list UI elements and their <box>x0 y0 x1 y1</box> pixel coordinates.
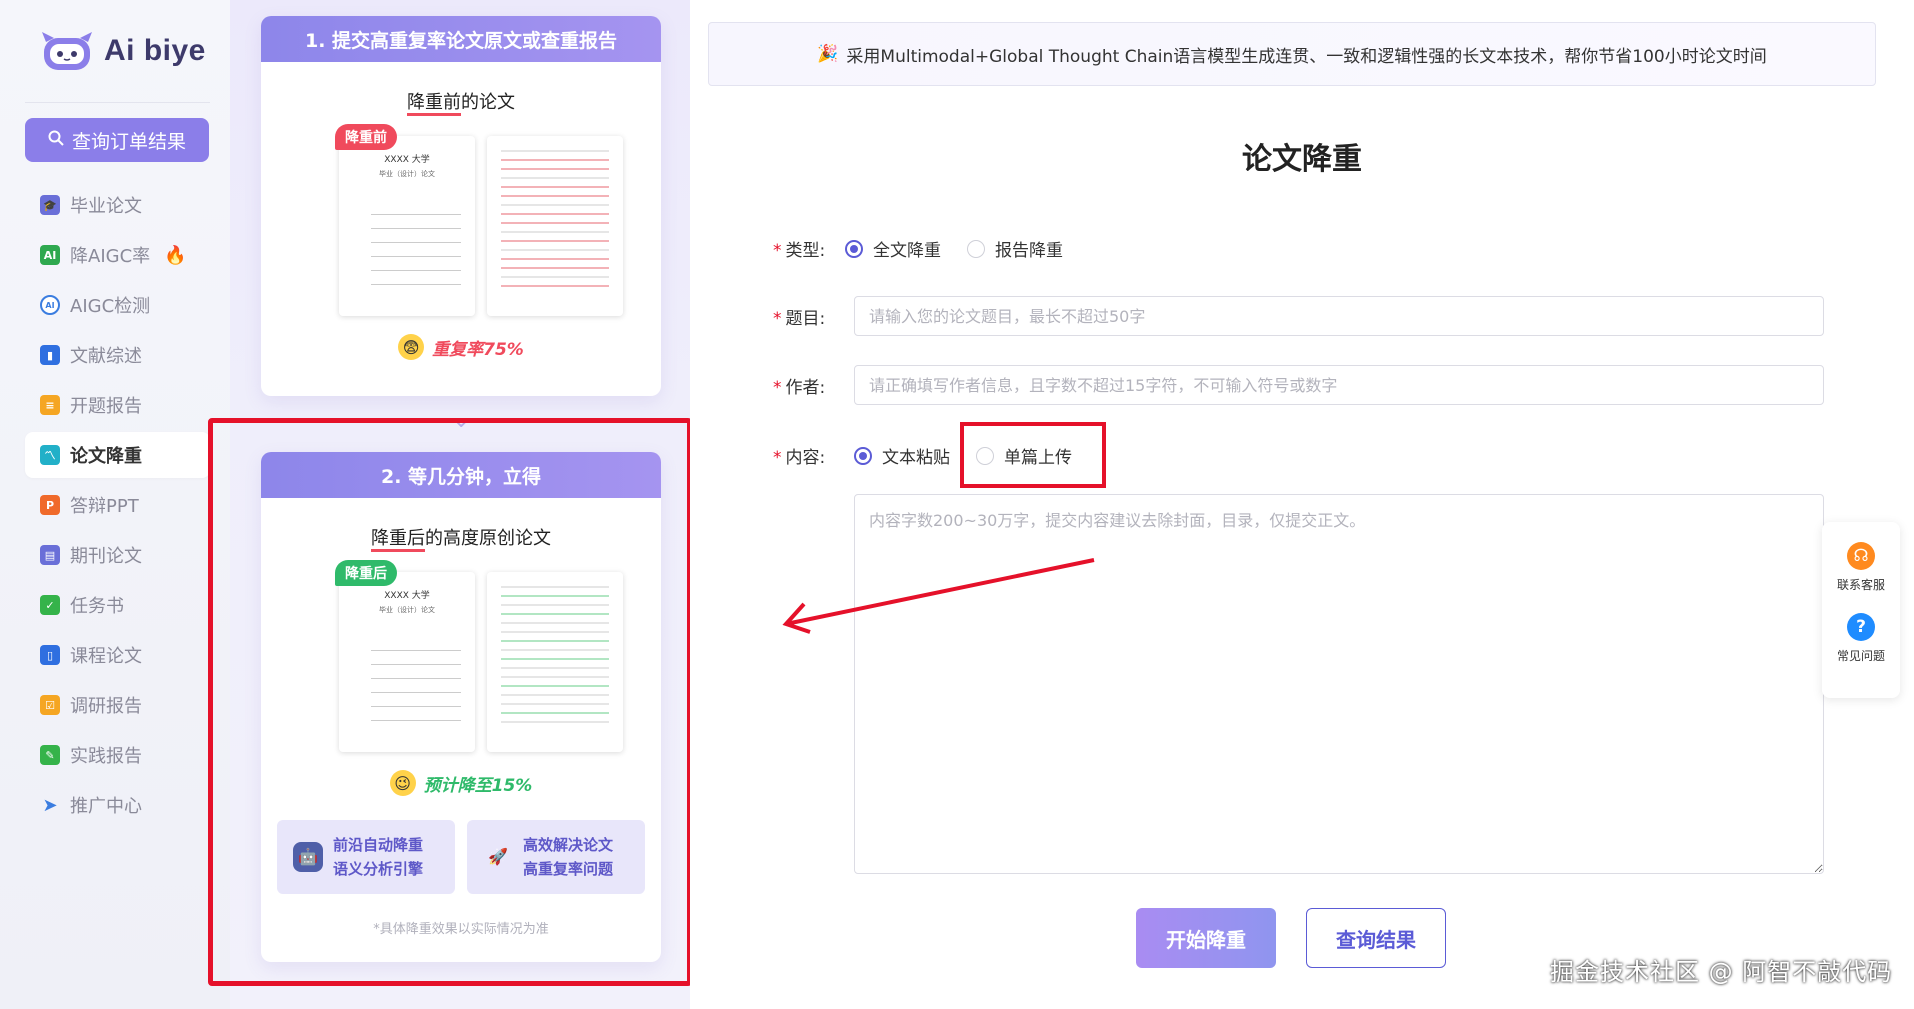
sidebar-item-survey-report[interactable]: ☑ 调研报告 <box>25 682 210 728</box>
sidebar-item-label: 答辩PPT <box>70 496 139 517</box>
sidebar-item-task-book[interactable]: ✓ 任务书 <box>25 582 210 628</box>
sidebar-item-proposal[interactable]: ≡ 开题报告 <box>25 382 210 428</box>
headset-icon: ☊ <box>1847 542 1875 570</box>
scared-emoji-icon: 😨 <box>398 334 425 360</box>
step1-docs: 降重前 XXXX 大学 毕业（设计）论文 <box>261 124 661 316</box>
contact-service[interactable]: ☊ 联系客服 <box>1822 542 1900 593</box>
step1-rate: 😨 重复率75% <box>261 334 661 360</box>
fire-icon: 🔥 <box>164 244 187 266</box>
sidebar-item-defense-ppt[interactable]: P 答辩PPT <box>25 482 210 528</box>
sidebar-item-practice-report[interactable]: ✎ 实践报告 <box>25 732 210 778</box>
annotation-arrow-icon <box>782 558 1095 634</box>
sidebar-item-promotion[interactable]: ➤ 推广中心 <box>25 782 210 828</box>
contact-service-label: 联系客服 <box>1836 578 1885 592</box>
course-icon: ▯ <box>40 645 60 665</box>
step1-subtitle-rest: 的论文 <box>461 92 515 113</box>
sidebar-item-graduation-thesis[interactable]: 🎓 毕业论文 <box>25 182 210 228</box>
sidebar-item-label: 期刊论文 <box>70 546 142 567</box>
sidebar-item-label: 毕业论文 <box>70 196 142 217</box>
sidebar-item-course-paper[interactable]: ▯ 课程论文 <box>25 632 210 678</box>
main-content: 🎉 采用Multimodal+Global Thought Chain语言模型生… <box>690 0 1914 1009</box>
sidebar-item-label: 文献综述 <box>70 346 142 367</box>
task-icon: ✓ <box>40 595 60 615</box>
sidebar-item-aigc-check[interactable]: AI AIGC检测 <box>25 282 210 328</box>
logo[interactable]: Ai biye <box>38 28 206 74</box>
sidebar-item-label: 降AIGC率 <box>70 246 151 267</box>
step1-subtitle-highlight: 降重前 <box>407 92 461 116</box>
doc-lines <box>501 150 609 294</box>
sidebar-item-label: 论文降重 <box>70 446 142 467</box>
doc-body-red <box>487 136 623 316</box>
doc-title: XXXX 大学 <box>384 155 430 165</box>
annotation-highlight-box <box>208 418 692 986</box>
book-icon: ▮ <box>40 345 60 365</box>
doc-sub: 毕业（设计）论文 <box>379 170 435 178</box>
logo-text: Ai biye <box>104 34 206 67</box>
sidebar-item-label: 课程论文 <box>70 646 142 667</box>
doc-cover: 降重前 XXXX 大学 毕业（设计）论文 <box>335 124 475 316</box>
step1-rate-text: 重复率75% <box>432 339 524 360</box>
sidebar-item-label: AIGC检测 <box>70 296 151 317</box>
survey-icon: ☑ <box>40 695 60 715</box>
sidebar-item-literature-review[interactable]: ▮ 文献综述 <box>25 332 210 378</box>
logo-robot-icon <box>38 28 96 74</box>
floating-help-panel: ☊ 联系客服 ? 常见问题 <box>1822 522 1900 698</box>
ai-check-icon: AI <box>40 295 60 315</box>
graduation-cap-icon: 🎓 <box>40 195 60 215</box>
faq[interactable]: ? 常见问题 <box>1822 613 1900 664</box>
ppt-icon: P <box>40 495 60 515</box>
sidebar: Ai biye 查询订单结果 🎓 毕业论文 AI 降AIGC率 🔥 AI AIG… <box>0 0 230 1009</box>
journal-icon: ▤ <box>40 545 60 565</box>
start-reduce-button[interactable]: 开始降重 <box>1136 908 1276 968</box>
query-order-button[interactable]: 查询订单结果 <box>25 118 209 162</box>
sidebar-item-label: 实践报告 <box>70 746 142 767</box>
watermark: 掘金技术社区 @ 阿智不敲代码 <box>1550 958 1893 986</box>
practice-icon: ✎ <box>40 745 60 765</box>
sidebar-item-label: 推广中心 <box>70 796 142 817</box>
chart-icon: 〽 <box>40 445 60 465</box>
query-result-button[interactable]: 查询结果 <box>1306 908 1446 968</box>
sidebar-item-journal[interactable]: ▤ 期刊论文 <box>25 532 210 578</box>
search-icon <box>48 129 64 151</box>
before-tag: 降重前 <box>335 124 397 150</box>
question-icon: ? <box>1847 613 1875 641</box>
step1-card: 1. 提交高重复率论文原文或查重报告 降重前的论文 降重前 XXXX 大学 毕业… <box>261 16 661 396</box>
query-order-label: 查询订单结果 <box>71 130 186 153</box>
sidebar-item-label: 开题报告 <box>70 396 142 417</box>
report-icon: ≡ <box>40 395 60 415</box>
sidebar-menu: 🎓 毕业论文 AI 降AIGC率 🔥 AI AIGC检测 ▮ 文献综述 ≡ 开题… <box>25 182 210 832</box>
ai-badge-icon: AI <box>40 245 60 265</box>
faq-label: 常见问题 <box>1836 649 1885 663</box>
doc-form-lines <box>371 214 461 298</box>
step1-subtitle: 降重前的论文 <box>261 88 661 116</box>
sidebar-item-reduce-aigc[interactable]: AI 降AIGC率 🔥 <box>25 232 210 278</box>
sidebar-item-paper-reduce[interactable]: 〽 论文降重 <box>25 432 210 478</box>
sidebar-item-label: 调研报告 <box>70 696 142 717</box>
divider <box>25 102 210 103</box>
send-icon: ➤ <box>42 794 58 816</box>
sidebar-item-label: 任务书 <box>70 596 124 617</box>
step1-title: 1. 提交高重复率论文原文或查重报告 <box>261 16 661 62</box>
